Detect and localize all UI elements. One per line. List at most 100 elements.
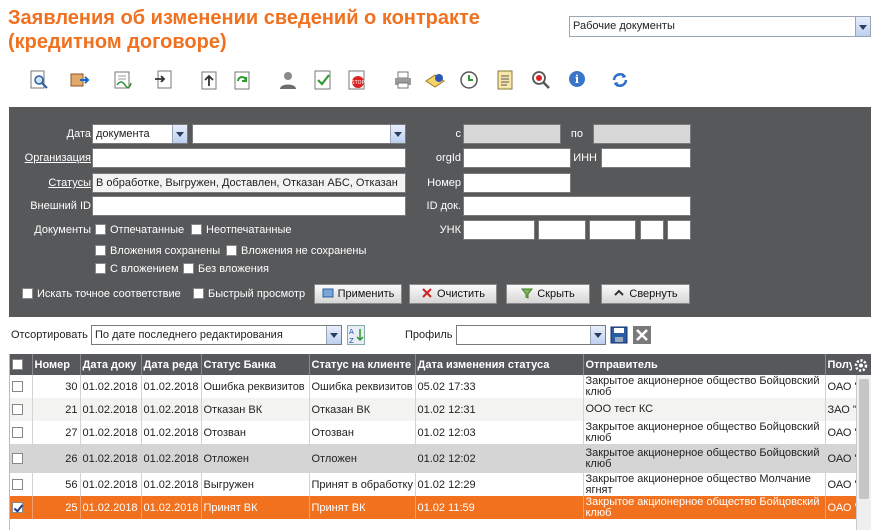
document-set-select[interactable]: Рабочие документы [569, 16, 871, 37]
unk-field-4[interactable] [640, 220, 664, 240]
select-all-checkbox[interactable] [12, 359, 23, 371]
table-row[interactable]: 21 01.02.2018 01.02.2018 Отказан ВК Отказан … [10, 398, 871, 421]
row-checkbox-cell [10, 421, 33, 444]
date-type-select[interactable]: документа [92, 124, 188, 144]
check-icon[interactable] [309, 66, 337, 94]
attachments-not-saved-checkbox[interactable] [226, 245, 237, 256]
column-header-sender[interactable]: Отправитель [583, 354, 826, 375]
scrollbar-thumb[interactable] [859, 379, 869, 499]
reload-icon[interactable] [606, 66, 634, 94]
seal-icon[interactable] [421, 66, 449, 94]
unk-field-2[interactable] [538, 220, 586, 240]
user-icon[interactable] [274, 66, 302, 94]
exact-match-checkbox[interactable] [22, 288, 33, 299]
statuses-link[interactable]: Статусы [9, 173, 91, 193]
chevron-down-icon[interactable] [590, 326, 605, 344]
clear-button[interactable]: Очистить [409, 284, 497, 304]
number-field[interactable] [463, 173, 571, 193]
external-id-field[interactable] [92, 196, 406, 216]
chevron-down-icon[interactable] [855, 17, 870, 36]
search-error-icon[interactable] [527, 66, 555, 94]
chevron-down-icon[interactable] [390, 125, 405, 143]
cell-doc-date: 01.02.2018 [80, 398, 142, 421]
view-icon[interactable] [25, 66, 53, 94]
row-checkbox[interactable] [12, 381, 23, 393]
organization-field[interactable] [92, 148, 406, 168]
column-header-bank-status[interactable]: Статус Банка [201, 354, 310, 375]
refresh-status-icon[interactable] [228, 66, 256, 94]
cell-client-status: Отложен [309, 444, 416, 473]
table-row[interactable]: 56 01.02.2018 01.02.2018 Выгружен Принят в о… [10, 473, 871, 496]
collapse-button[interactable]: Свернуть [601, 284, 690, 304]
cell-status-changed: 01.02 12:29 [415, 473, 584, 496]
cell-bank-status: Ошибка реквизитов [201, 375, 310, 398]
sort-select[interactable]: По дате последнего редактирования [91, 325, 342, 345]
hide-button[interactable]: Скрыть [506, 284, 590, 304]
unk-label: УНК [439, 224, 461, 236]
cell-edit-date: 01.02.2018 [141, 375, 202, 398]
without-attachment-checkbox[interactable] [183, 263, 194, 274]
doc-id-field[interactable] [463, 196, 691, 216]
table-row[interactable]: 25 01.02.2018 01.02.2018 Принят ВК Принят ВК… [10, 496, 871, 519]
not-printed-checkbox[interactable] [191, 224, 202, 235]
unk-field-5[interactable] [667, 220, 691, 240]
profile-select[interactable] [456, 325, 606, 345]
statuses-field[interactable]: В обработке, Выгружен, Доставлен, Отказа… [92, 173, 406, 193]
select-all-header[interactable] [10, 354, 33, 375]
clear-button-label: Очистить [437, 288, 485, 300]
with-attachment-label: С вложением [110, 263, 179, 275]
column-header-status-changed[interactable]: Дата изменения статуса [415, 354, 584, 375]
organization-link[interactable]: Организация [9, 148, 91, 168]
apply-button[interactable]: Применить [314, 284, 402, 304]
unk-field-1[interactable] [463, 220, 535, 240]
table-row[interactable]: 30 01.02.2018 01.02.2018 Ошибка реквизитов О… [10, 375, 871, 398]
print-icon[interactable] [389, 66, 417, 94]
row-checkbox-cell [10, 473, 33, 496]
save-icon[interactable] [610, 325, 628, 345]
date-label: Дата [66, 128, 91, 140]
inn-field[interactable] [601, 148, 691, 168]
row-checkbox[interactable] [12, 404, 23, 416]
row-checkbox[interactable] [12, 479, 23, 491]
import-icon[interactable] [150, 66, 178, 94]
upload-icon[interactable] [195, 66, 223, 94]
delete-icon[interactable] [632, 325, 652, 345]
cell-sender: ООО тест КС [583, 398, 826, 421]
table-row[interactable]: 27 01.02.2018 01.02.2018 Отозван Отозван 01.0… [10, 421, 871, 444]
orgid-field[interactable] [463, 148, 571, 168]
row-checkbox[interactable] [12, 427, 23, 439]
external-id-label: Внешний ID [30, 200, 91, 212]
unk-field-3[interactable] [589, 220, 636, 240]
table-row[interactable]: 26 01.02.2018 01.02.2018 Отложен Отложен 01.0… [10, 444, 871, 473]
number-label: Номер [427, 177, 461, 189]
sign-icon[interactable] [109, 66, 137, 94]
date-to-field[interactable] [593, 124, 691, 144]
export-icon[interactable] [65, 66, 93, 94]
vertical-scrollbar[interactable] [856, 375, 871, 530]
column-header-doc-date[interactable]: Дата доку [80, 354, 142, 375]
history-icon[interactable] [455, 66, 483, 94]
apply-icon [322, 287, 334, 299]
stop-icon[interactable]: STOP [343, 66, 371, 94]
info-icon[interactable]: i [563, 66, 591, 94]
chevron-down-icon[interactable] [326, 326, 341, 344]
quick-view-checkbox[interactable] [193, 288, 204, 299]
svg-text:Z: Z [349, 337, 354, 344]
column-header-edit-date[interactable]: Дата реда [141, 354, 202, 375]
printed-checkbox[interactable] [95, 224, 106, 235]
date-from-field[interactable] [463, 124, 561, 144]
column-header-client-status[interactable]: Статус на клиенте [309, 354, 416, 375]
column-settings-icon[interactable] [852, 357, 870, 374]
attachments-saved-checkbox[interactable] [95, 245, 106, 256]
cell-doc-date: 01.02.2018 [80, 444, 142, 473]
sort-direction-icon[interactable]: AZ [347, 325, 365, 345]
with-attachment-checkbox[interactable] [95, 263, 106, 274]
column-header-number[interactable]: Номер [32, 354, 81, 375]
document-set-value: Рабочие документы [573, 20, 675, 32]
row-checkbox[interactable] [12, 453, 23, 465]
row-checkbox[interactable] [12, 502, 23, 514]
log-icon[interactable] [491, 66, 519, 94]
chevron-down-icon[interactable] [172, 125, 187, 143]
cell-number: 21 [32, 398, 81, 421]
date-range-select[interactable] [192, 124, 406, 144]
